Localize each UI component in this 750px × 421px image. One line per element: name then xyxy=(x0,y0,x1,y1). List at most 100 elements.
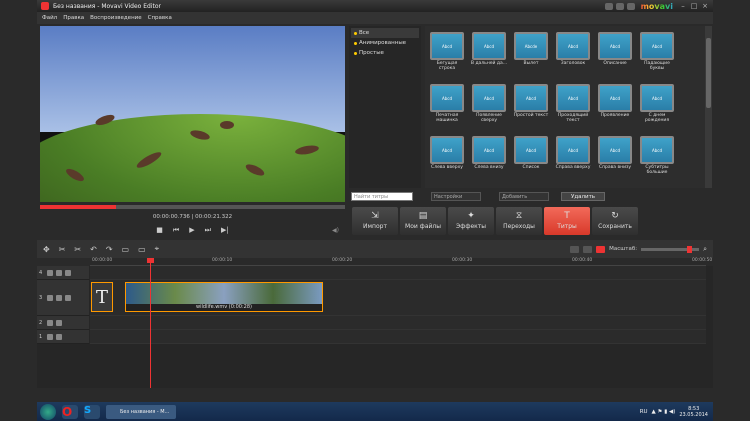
menu-edit[interactable]: Правка xyxy=(63,15,84,21)
crop-icon[interactable]: ▭ xyxy=(122,245,130,254)
titles-grid: Abcd Бегущая строка Abcd В дальней да... Abc… xyxy=(425,26,705,188)
view-mode-1[interactable] xyxy=(570,245,580,253)
title-style-label: Слева вверху xyxy=(431,165,463,170)
title-style-tile[interactable]: Abcd Субтитры большие xyxy=(638,134,676,180)
lock-icon[interactable] xyxy=(56,294,62,301)
category-all[interactable]: Все xyxy=(351,28,419,38)
tab-label: Импорт xyxy=(363,223,387,230)
minimize-button[interactable]: – xyxy=(679,2,687,10)
seek-bar[interactable] xyxy=(40,205,345,209)
play-button[interactable]: ▶ xyxy=(189,226,194,234)
title-style-tile[interactable]: Abcd Слева вверху xyxy=(428,134,466,180)
language-indicator[interactable]: RU xyxy=(640,409,648,415)
title-style-tile[interactable]: Abcd Справа внизу xyxy=(596,134,634,180)
preview-hill xyxy=(40,114,345,202)
title-style-tile[interactable]: Abcd Описание xyxy=(596,30,634,76)
playhead[interactable] xyxy=(147,258,154,388)
title-style-label: Появление сверху xyxy=(476,113,502,123)
fb-icon[interactable] xyxy=(626,2,635,10)
title-style-tile[interactable]: Abcd Заголовок xyxy=(554,30,592,76)
app-icon xyxy=(41,2,49,10)
vk-icon[interactable] xyxy=(615,2,624,10)
track-lane[interactable] xyxy=(90,330,706,344)
color-icon[interactable]: ⌖ xyxy=(155,244,160,254)
tab-import[interactable]: ⇲ Импорт xyxy=(352,207,398,235)
menu-playback[interactable]: Воспроизведение xyxy=(90,15,141,21)
youtube-icon[interactable] xyxy=(604,2,613,10)
track-lane[interactable] xyxy=(90,266,706,280)
move-tool-icon[interactable]: ✥ xyxy=(43,245,50,254)
title-style-label: Справа вверху xyxy=(555,165,591,170)
view-mode-3[interactable] xyxy=(596,245,606,253)
clock[interactable]: 8:53 23.05.2014 xyxy=(679,406,708,418)
eye-icon[interactable] xyxy=(65,269,71,276)
title-style-tile[interactable]: Abcd Проявление xyxy=(596,82,634,128)
title-style-tile[interactable]: Abcd Появление сверху xyxy=(470,82,508,128)
undo-icon[interactable]: ↶ xyxy=(90,245,97,254)
volume-icon[interactable]: ◀) xyxy=(332,227,339,234)
lock-icon[interactable] xyxy=(56,269,62,276)
view-mode-2[interactable] xyxy=(583,245,593,253)
settings-dropdown[interactable]: Настройки xyxy=(431,191,481,201)
titles-scrollbar[interactable] xyxy=(705,26,712,188)
brand-logo: movavi xyxy=(638,2,676,11)
maximize-button[interactable]: □ xyxy=(690,2,698,10)
timeline-ruler[interactable]: 00:00:00 00:00:10 00:00:20 00:00:30 00:00:40… xyxy=(90,258,712,266)
delete-button[interactable]: Удалить xyxy=(561,191,605,201)
taskbar-pin-skype[interactable]: S xyxy=(84,404,100,419)
track-lane[interactable] xyxy=(90,316,706,330)
zoom-slider[interactable] xyxy=(641,245,700,253)
menu-help[interactable]: Справка xyxy=(148,15,172,21)
close-button[interactable]: × xyxy=(701,2,709,10)
zoom-knob[interactable] xyxy=(687,245,693,253)
title-style-tile[interactable]: Abcd Справа вверху xyxy=(554,134,592,180)
title-style-tile[interactable]: Abcd Список xyxy=(512,134,550,180)
prev-frame-button[interactable]: ⏮ xyxy=(173,226,179,235)
add-dropdown[interactable]: Добавить xyxy=(499,191,549,201)
title-style-thumbnail: Abcd xyxy=(598,136,632,164)
title-style-tile[interactable]: Abcd Печатная машинка xyxy=(428,82,466,128)
title-style-thumbnail: Abcd xyxy=(472,136,506,164)
tab-effects[interactable]: ✦ Эффекты xyxy=(448,207,494,235)
scroll-thumb[interactable] xyxy=(706,38,711,108)
title-style-tile[interactable]: Abcd Простой текст xyxy=(512,82,550,128)
title-style-tile[interactable]: Abcd Слева внизу xyxy=(470,134,508,180)
split-tool-icon[interactable]: ✂ xyxy=(74,245,81,254)
menu-file[interactable]: Файл xyxy=(42,15,57,21)
category-simple[interactable]: Простые xyxy=(351,48,419,58)
taskbar-app[interactable]: Без названия - M... xyxy=(106,404,176,419)
stop-button[interactable]: ■ xyxy=(156,226,163,234)
mute-icon[interactable] xyxy=(56,319,62,326)
end-button[interactable]: ▶| xyxy=(221,226,229,234)
tab-files[interactable]: ▤ Мои файлы xyxy=(400,207,446,235)
search-input[interactable]: Найти титры xyxy=(351,191,413,201)
track-header: 4 xyxy=(37,266,89,280)
start-button[interactable] xyxy=(40,403,56,420)
video-preview[interactable] xyxy=(40,26,345,202)
playhead-handle[interactable] xyxy=(147,258,154,263)
tab-transitions[interactable]: ⧖ Переходы xyxy=(496,207,542,235)
category-animated[interactable]: Анимированные xyxy=(351,38,419,48)
title-style-tile[interactable]: Abcd Проходящий текст xyxy=(554,82,592,128)
title-style-tile[interactable]: Abcd С днем рождения xyxy=(638,82,676,128)
title-style-tile[interactable]: Abcd Падающие буквы xyxy=(638,30,676,76)
title-style-tile[interactable]: Abcd В дальней да... xyxy=(470,30,508,76)
title-style-label: Справа внизу xyxy=(598,165,632,170)
next-frame-button[interactable]: ⏭ xyxy=(205,226,211,235)
cut-tool-icon[interactable]: ✂ xyxy=(59,245,66,254)
tab-titles[interactable]: T Титры xyxy=(544,207,590,235)
mute-icon[interactable] xyxy=(56,333,62,340)
rotate-icon[interactable]: ▭ xyxy=(138,245,146,254)
zoom-icon[interactable]: ⌕ xyxy=(703,245,707,254)
clock-date: 23.05.2014 xyxy=(679,411,708,418)
redo-icon[interactable]: ↷ xyxy=(106,245,113,254)
tab-save[interactable]: ↻ Сохранить xyxy=(592,207,638,235)
tray-icons[interactable]: ▲ ⚑ ▮ ◀) xyxy=(652,409,676,415)
transitions-icon: ⧖ xyxy=(515,211,523,221)
taskbar-pin-opera[interactable]: O xyxy=(62,404,78,419)
title-clip[interactable]: T xyxy=(91,282,113,312)
title-style-tile[interactable]: Abcd Бегущая строка xyxy=(428,30,466,76)
video-clip[interactable]: wildlife.wmv (0:00:28) xyxy=(125,282,323,312)
eye-icon[interactable] xyxy=(65,294,71,301)
title-style-tile[interactable]: Abcde Вылет xyxy=(512,30,550,76)
